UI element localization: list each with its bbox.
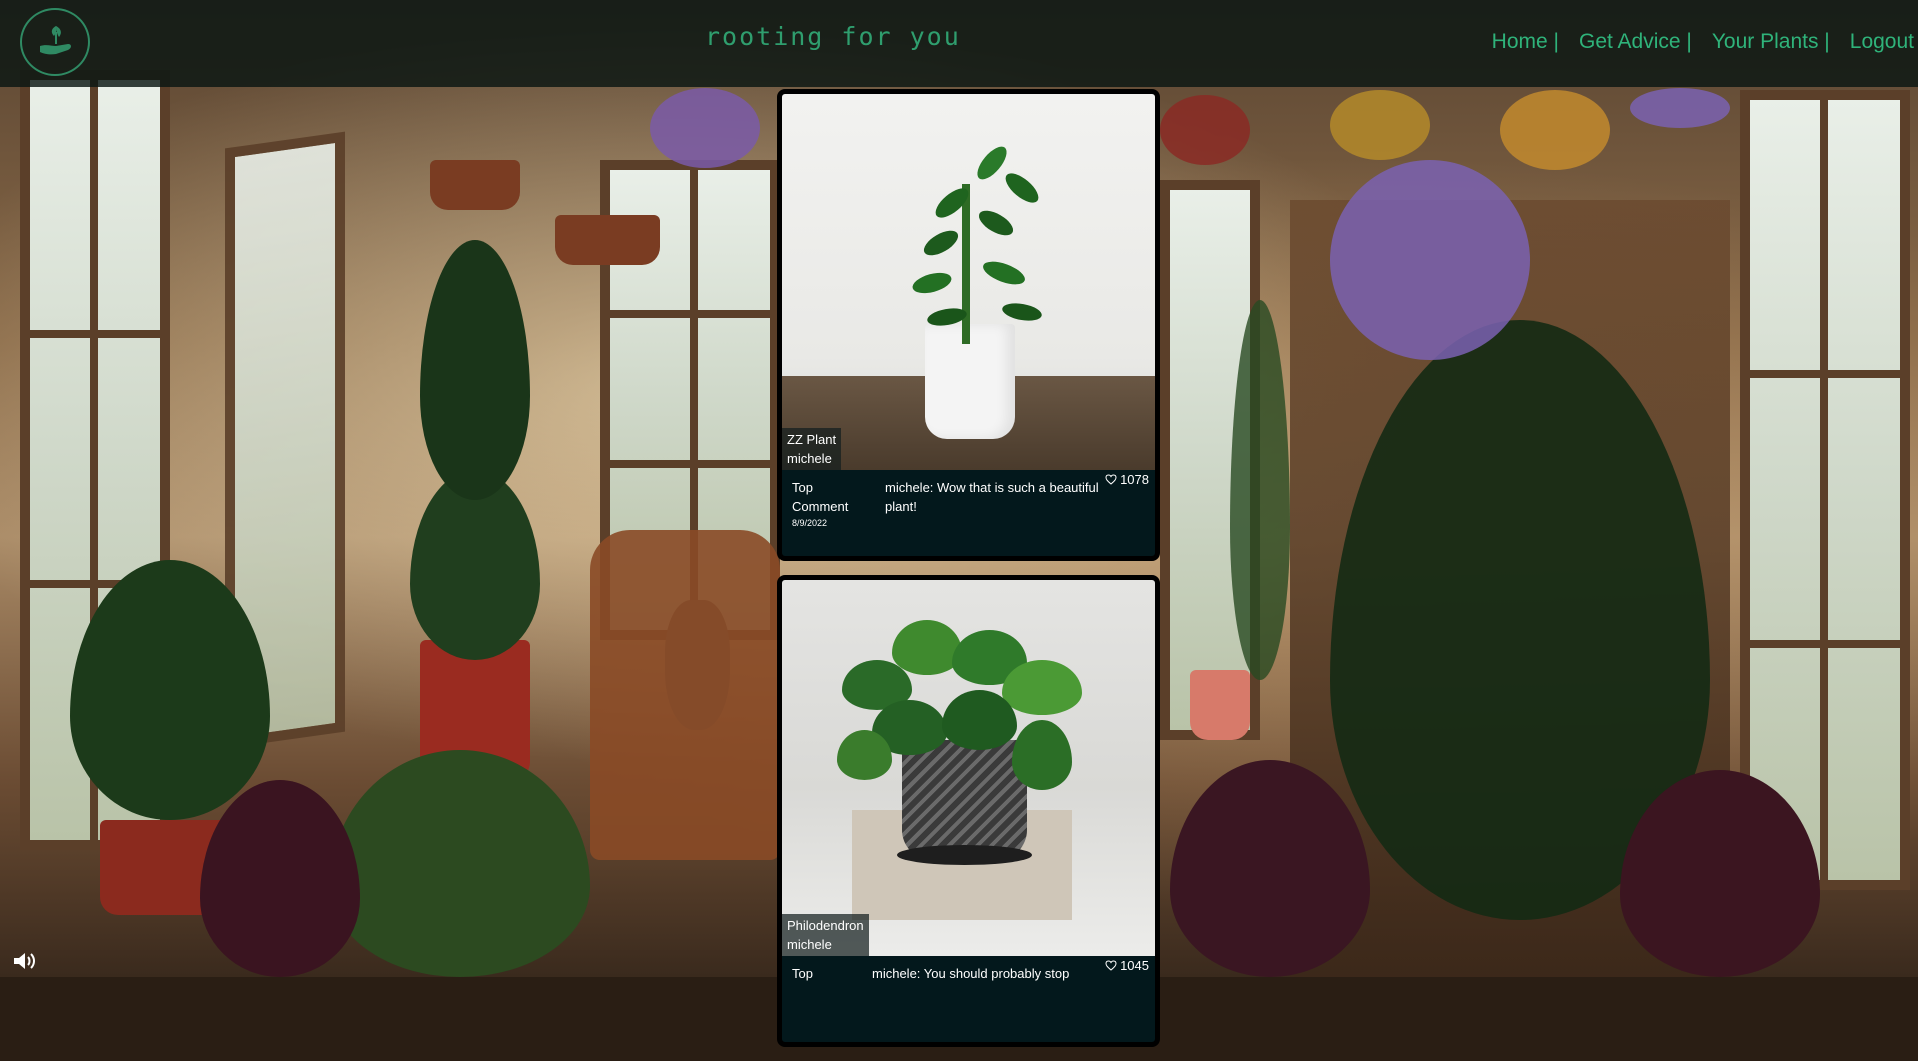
speaker-volume-icon[interactable]: [12, 951, 40, 971]
like-counter[interactable]: 1045: [1105, 958, 1149, 973]
post-details: 1078 Top Comment michele: Wow that is su…: [782, 470, 1155, 556]
plant-caption: ZZ Plant michele: [782, 428, 842, 470]
like-counter[interactable]: 1078: [1105, 472, 1149, 487]
like-count: 1078: [1120, 472, 1149, 487]
post-date: 8/9/2022: [792, 518, 828, 528]
nav-logout-link[interactable]: Logout: [1850, 30, 1914, 54]
nav-your-plants-link[interactable]: Your Plants |: [1712, 30, 1830, 54]
heart-outline-icon[interactable]: [1105, 474, 1117, 485]
plant-name: Philodendron: [787, 918, 864, 933]
plant-caption: Philodendron michele: [782, 914, 869, 956]
post-author[interactable]: michele: [787, 935, 864, 954]
heart-outline-icon[interactable]: [1105, 960, 1117, 971]
post-author[interactable]: michele: [787, 449, 836, 468]
like-count: 1045: [1120, 958, 1149, 973]
post-details: 1045 Top michele: You should probably st…: [782, 956, 1155, 1042]
nav-get-advice-link[interactable]: Get Advice |: [1579, 30, 1692, 54]
plant-photo[interactable]: ZZ Plant michele: [782, 94, 1155, 470]
nav-home-link[interactable]: Home |: [1492, 30, 1559, 54]
plant-name: ZZ Plant: [787, 432, 837, 447]
brand-title: rooting for you: [705, 22, 961, 51]
top-comment-label: Top Comment: [792, 480, 849, 514]
plant-feed: ZZ Plant michele 1078 Top Comment michel…: [777, 89, 1160, 1061]
main-nav: Home | Get Advice | Your Plants | Logout: [1472, 30, 1918, 54]
top-comment-text: michele: Wow that is such a beautiful pl…: [885, 480, 1099, 514]
post-card[interactable]: Philodendron michele 1045 Top michele: Y…: [777, 575, 1160, 1047]
post-card[interactable]: ZZ Plant michele 1078 Top Comment michel…: [777, 89, 1160, 561]
plant-photo[interactable]: Philodendron michele: [782, 580, 1155, 956]
hand-sprout-icon[interactable]: [20, 8, 90, 76]
top-comment-label: Top: [792, 966, 813, 981]
top-navbar: rooting for you Home | Get Advice | Your…: [0, 0, 1918, 87]
top-comment-text: michele: You should probably stop: [872, 966, 1070, 981]
